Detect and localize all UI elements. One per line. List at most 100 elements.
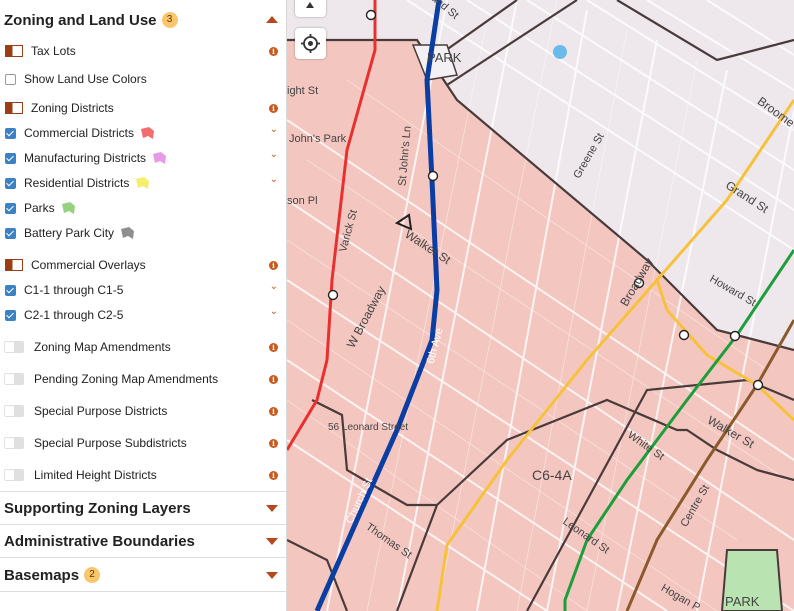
district-item-parks[interactable]: Parks	[0, 196, 286, 220]
layer-toggle[interactable]	[4, 437, 24, 449]
park-label: PARK	[725, 594, 760, 609]
residential-swatch-icon	[136, 177, 150, 189]
map-canvas[interactable]: PARK PARK Grand St Grand St Broome Green…	[287, 0, 794, 611]
layer-toggle-icon[interactable]	[5, 102, 23, 114]
layer-special-purpose-subdistricts[interactable]: Special Purpose Subdistricts i	[0, 431, 286, 455]
park-label: PARK	[427, 50, 462, 65]
manufacturing-swatch-icon	[153, 152, 167, 164]
overlay-label: C1-1 through C1-5	[24, 283, 124, 297]
chevron-down-icon[interactable]: ⌄	[270, 124, 278, 135]
chevron-down-icon[interactable]: ⌄	[270, 174, 278, 185]
section-basemaps[interactable]: Basemaps 2	[0, 559, 286, 591]
overlay-item-c1[interactable]: C1-1 through C1-5 ⌄	[0, 278, 286, 302]
district-label: Manufacturing Districts	[24, 151, 147, 165]
layer-label: Special Purpose Districts	[34, 404, 168, 418]
checkbox[interactable]	[5, 227, 16, 239]
divider	[0, 557, 286, 558]
district-label: Battery Park City	[24, 226, 115, 240]
layer-commercial-overlays[interactable]: Commercial Overlays i	[0, 253, 286, 277]
chevron-down-icon[interactable]: ⌄	[270, 149, 278, 160]
station	[427, 170, 439, 182]
section-supporting-zoning-layers[interactable]: Supporting Zoning Layers	[0, 492, 286, 524]
battery-park-swatch-icon	[121, 227, 135, 239]
zoom-control[interactable]	[295, 0, 326, 17]
count-badge: 2	[84, 567, 101, 583]
section-title: Basemaps	[4, 566, 80, 584]
layer-label: Special Purpose Subdistricts	[34, 436, 187, 450]
info-icon[interactable]: i	[269, 343, 278, 352]
land-use-colors-checkbox[interactable]	[5, 73, 16, 85]
layer-tax-lots[interactable]: Tax Lots i	[0, 39, 286, 63]
info-icon[interactable]: i	[269, 471, 278, 480]
overlay-item-c2[interactable]: C2-1 through C2-5 ⌄	[0, 303, 286, 327]
street-label: son Pl	[287, 195, 318, 207]
divider	[0, 591, 286, 592]
layer-toggle-icon[interactable]	[5, 45, 23, 57]
layer-label: Zoning Map Amendments	[34, 340, 171, 354]
collapse-caret-icon[interactable]	[266, 16, 278, 23]
checkbox[interactable]	[5, 284, 16, 296]
layer-toggle[interactable]	[4, 341, 24, 353]
show-land-use-colors-row[interactable]: Show Land Use Colors	[0, 67, 286, 91]
zoning-district-label: C6-4A	[532, 467, 572, 483]
layer-pending-zoning-map-amendments[interactable]: Pending Zoning Map Amendments i	[0, 367, 286, 391]
district-label: Parks	[24, 201, 55, 215]
layer-toggle-icon[interactable]	[5, 259, 23, 271]
station	[752, 379, 764, 391]
checkbox-label: Show Land Use Colors	[24, 72, 147, 86]
layer-toggle[interactable]	[4, 469, 24, 481]
chevron-down-icon[interactable]: ⌄	[270, 281, 278, 292]
district-item-residential[interactable]: Residential Districts ⌄	[0, 171, 286, 195]
layer-label: Commercial Overlays	[31, 258, 146, 272]
section-administrative-boundaries[interactable]: Administrative Boundaries	[0, 525, 286, 557]
info-icon[interactable]: i	[269, 47, 278, 56]
info-icon[interactable]: i	[269, 439, 278, 448]
overlay-label: C2-1 through C2-5	[24, 308, 124, 322]
info-icon[interactable]: i	[269, 261, 278, 270]
district-label: Residential Districts	[24, 176, 130, 190]
layer-zoning-districts[interactable]: Zoning Districts i	[0, 96, 286, 120]
section-title: Administrative Boundaries	[4, 532, 195, 550]
section-title: Zoning and Land Use	[4, 11, 157, 29]
district-item-manufacturing[interactable]: Manufacturing Districts ⌄	[0, 146, 286, 170]
section-zoning-land-use[interactable]: Zoning and Land Use 3	[0, 4, 286, 36]
layer-toggle[interactable]	[4, 373, 24, 385]
layer-label: Zoning Districts	[31, 101, 114, 115]
section-title: Supporting Zoning Layers	[4, 499, 191, 517]
expand-caret-icon[interactable]	[266, 505, 278, 512]
checkbox[interactable]	[5, 152, 16, 164]
station	[678, 329, 690, 341]
info-icon[interactable]: i	[269, 407, 278, 416]
layer-special-purpose-districts[interactable]: Special Purpose Districts i	[0, 399, 286, 423]
layer-zoning-map-amendments[interactable]: Zoning Map Amendments i	[0, 335, 286, 359]
district-item-commercial[interactable]: Commercial Districts ⌄	[0, 121, 286, 145]
layer-toggle[interactable]	[4, 405, 24, 417]
compass-icon[interactable]	[306, 2, 314, 8]
district-label: Commercial Districts	[24, 126, 135, 140]
station	[365, 9, 377, 21]
location-dot	[553, 45, 567, 59]
layer-label: Tax Lots	[31, 44, 76, 58]
info-icon[interactable]: i	[269, 375, 278, 384]
layer-limited-height-districts[interactable]: Limited Height Districts i	[0, 463, 286, 487]
district-item-battery-park-city[interactable]: Battery Park City	[0, 221, 286, 245]
checkbox[interactable]	[5, 177, 16, 189]
street-label: John's Park	[289, 133, 347, 145]
layer-label: Pending Zoning Map Amendments	[34, 372, 219, 386]
layer-label: Limited Height Districts	[34, 468, 157, 482]
station	[729, 330, 741, 342]
crosshair-icon[interactable]	[295, 28, 326, 59]
checkbox[interactable]	[5, 127, 16, 139]
info-icon[interactable]: i	[269, 104, 278, 113]
address-label: 56 Leonard Street	[328, 422, 409, 433]
parks-swatch-icon	[61, 202, 75, 214]
chevron-down-icon[interactable]: ⌄	[270, 306, 278, 317]
checkbox[interactable]	[5, 202, 16, 214]
station	[327, 289, 339, 301]
commercial-swatch-icon	[141, 127, 155, 139]
expand-caret-icon[interactable]	[266, 538, 278, 545]
count-badge: 3	[161, 12, 178, 28]
checkbox[interactable]	[5, 309, 16, 321]
expand-caret-icon[interactable]	[266, 572, 278, 579]
locate-me-button[interactable]	[295, 28, 326, 59]
